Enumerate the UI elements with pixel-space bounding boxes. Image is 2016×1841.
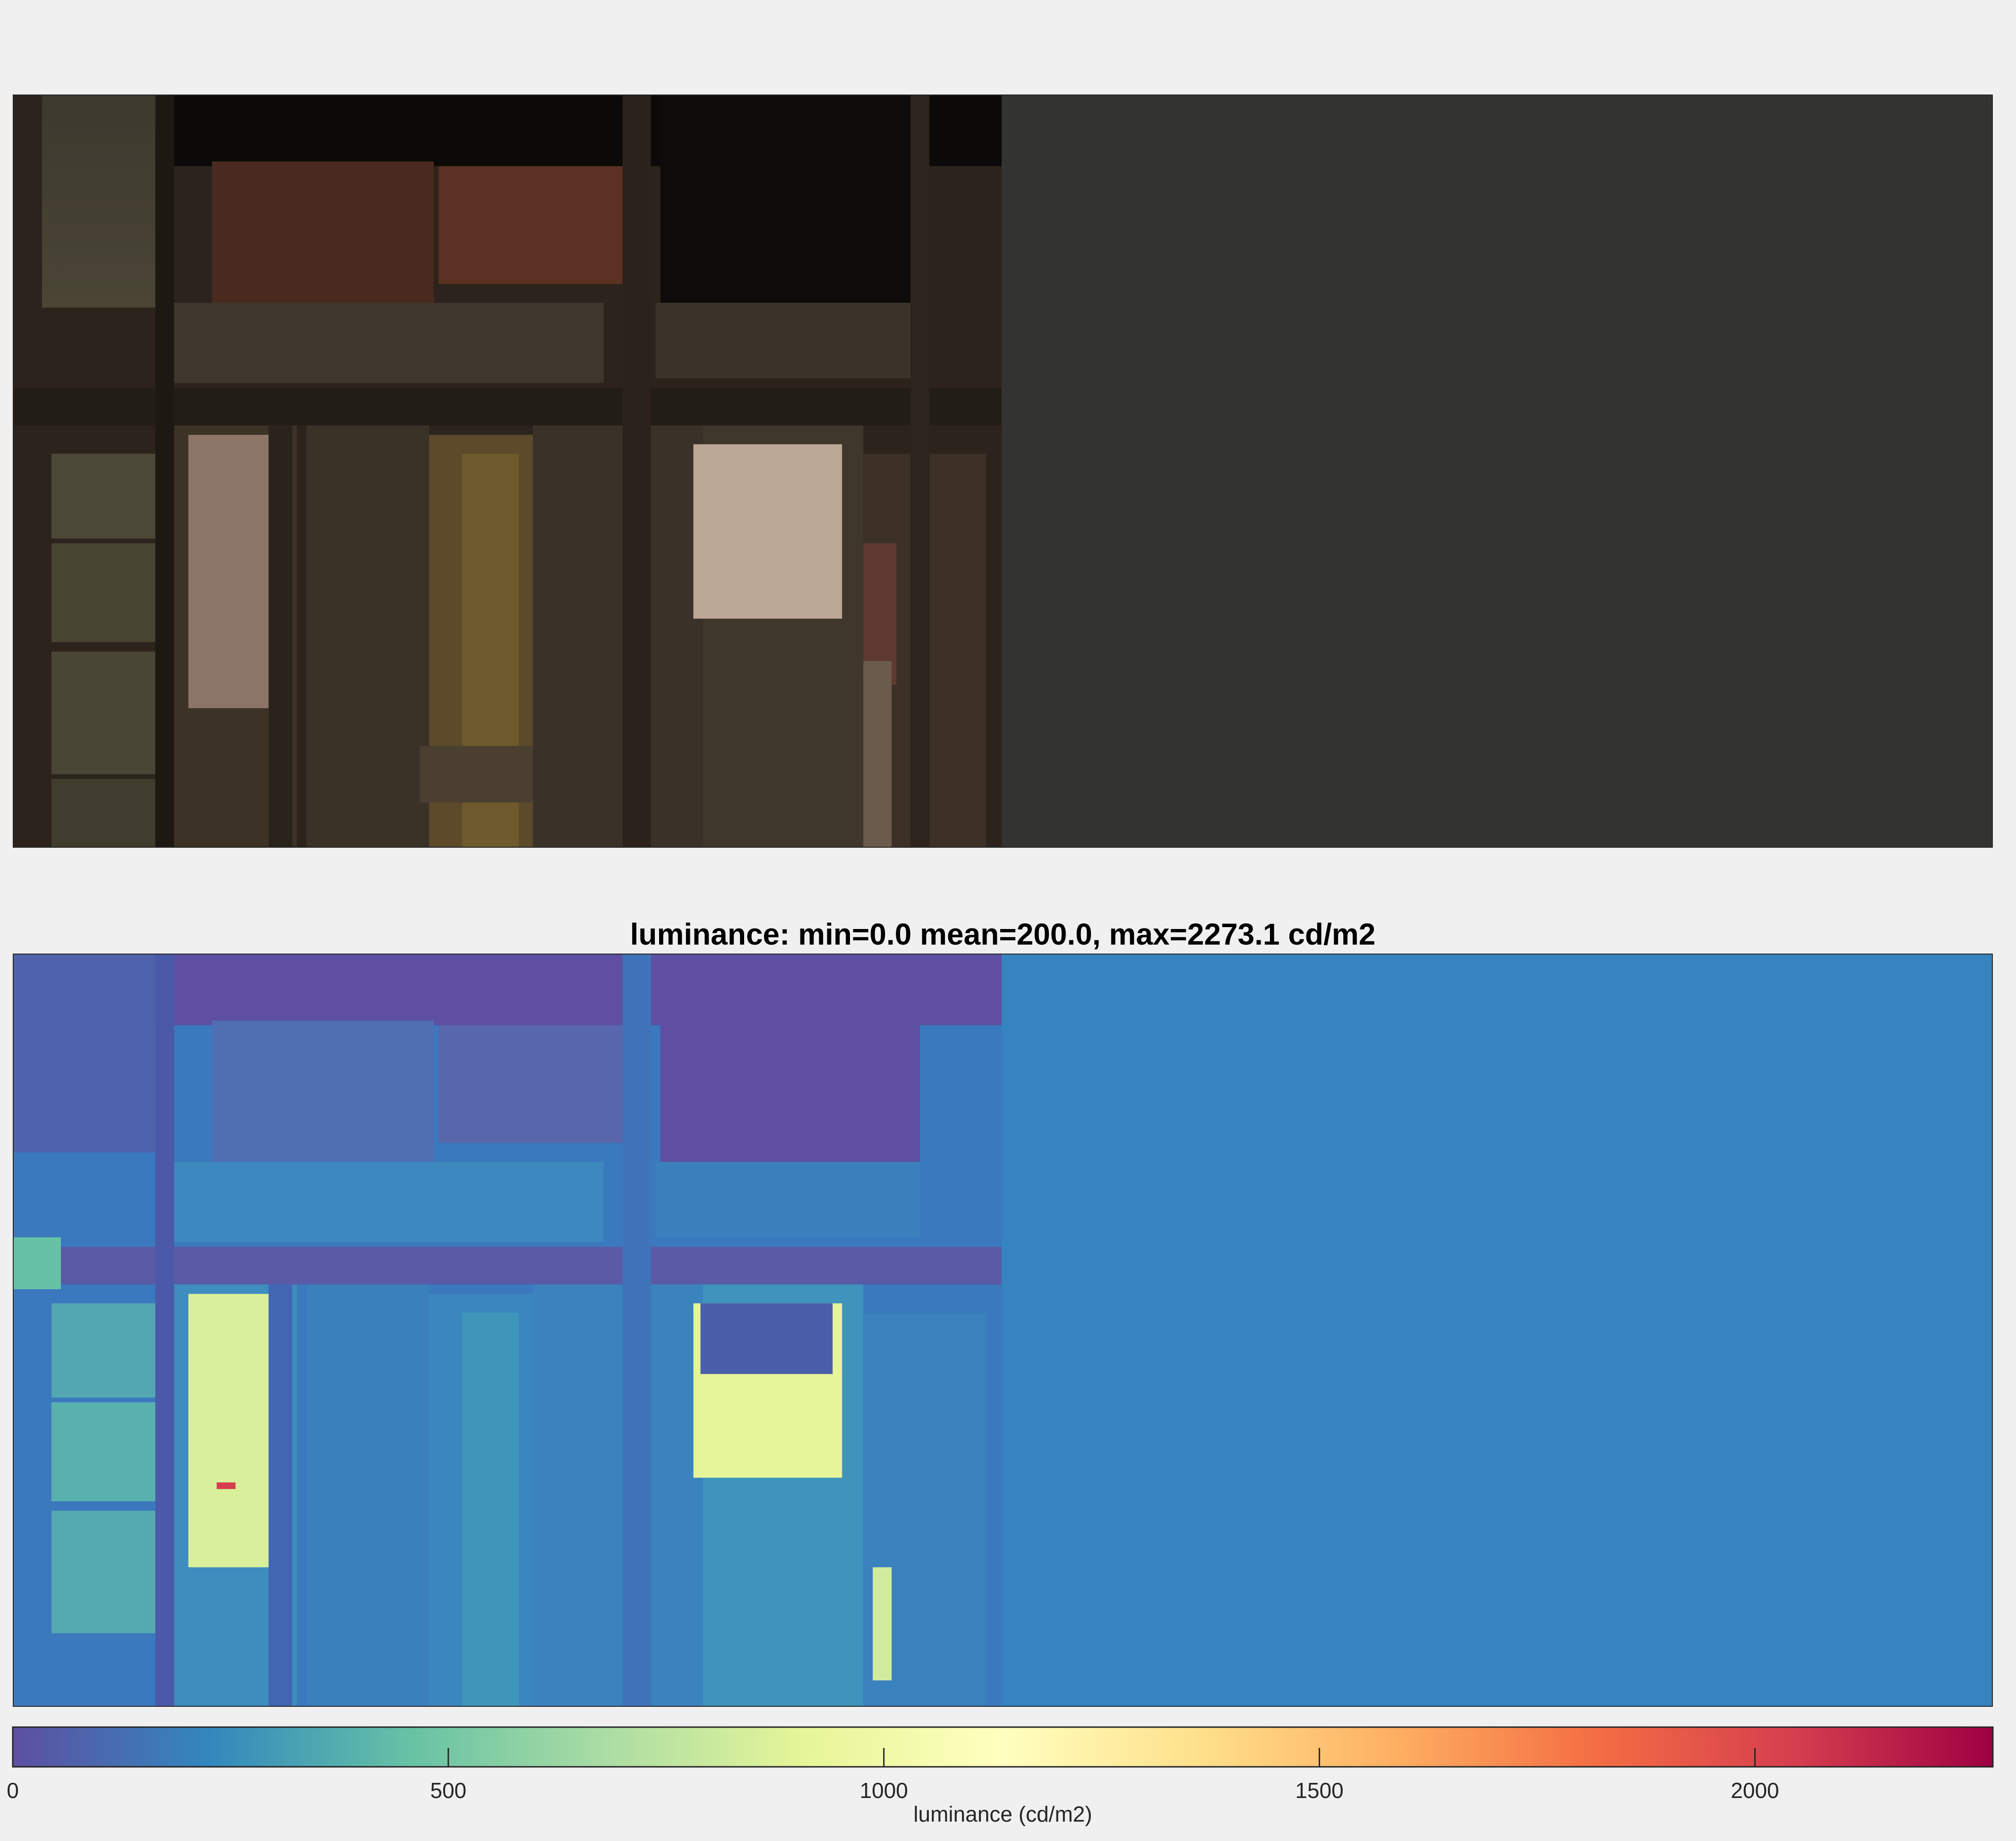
rgb-photo — [14, 95, 1992, 847]
colorbar-label: luminance (cd/m2) — [913, 1802, 1092, 1826]
colorbar-tick-label: 0 — [7, 1778, 19, 1803]
luminance-map — [14, 955, 1992, 1706]
colorbar-tick-label: 1000 — [859, 1778, 908, 1803]
colorbar-tick-label: 500 — [430, 1778, 467, 1803]
luminance-map-title: luminance: min=0.0 mean=200.0, max=2273.… — [630, 917, 1376, 951]
luminance-map-axes — [13, 954, 1993, 1707]
colorbar-tick-label: 1500 — [1295, 1778, 1344, 1803]
luminance-colorbar — [12, 1726, 1994, 1768]
colorbar-tick-label: 2000 — [1731, 1778, 1779, 1803]
rgb-image-axes — [13, 95, 1993, 848]
